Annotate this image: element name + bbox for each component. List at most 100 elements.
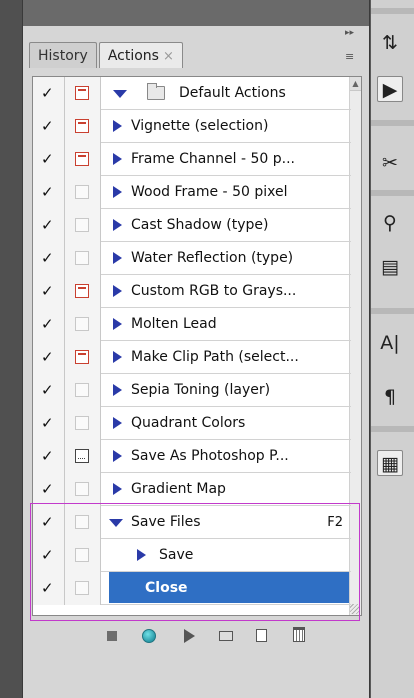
action-row[interactable]: ✓ Cast Shadow (type) [33, 209, 351, 242]
dialog-toggle-cell[interactable] [65, 308, 101, 341]
action-row[interactable]: ✓ Vignette (selection) [33, 110, 351, 143]
expand-right-icon[interactable] [113, 384, 122, 396]
toggle-item-cell[interactable]: ✓ [33, 572, 65, 605]
toggle-item-cell[interactable]: ✓ [33, 341, 65, 374]
expand-right-icon[interactable] [113, 186, 122, 198]
action-content[interactable]: Molten Lead [101, 308, 351, 341]
checkmark-icon[interactable]: ✓ [41, 316, 57, 332]
action-row[interactable]: ✓ Frame Channel - 50 p... [33, 143, 351, 176]
tab-history[interactable]: History [29, 42, 97, 68]
dialog-empty-icon[interactable] [75, 548, 89, 562]
expand-right-icon[interactable] [137, 549, 146, 561]
toggle-item-cell[interactable]: ✓ [33, 209, 65, 242]
paste-icon[interactable]: ▤ [377, 254, 403, 280]
play-panel-icon[interactable]: ▶ [377, 76, 403, 102]
dialog-icon[interactable] [75, 284, 89, 298]
checkmark-icon[interactable]: ✓ [41, 580, 57, 596]
dialog-toggle-cell[interactable] [65, 242, 101, 275]
action-content[interactable]: Save As Photoshop P... [101, 440, 351, 473]
history-brush-icon[interactable]: ⇅ [377, 30, 403, 56]
notes-icon[interactable]: ▦ [377, 450, 403, 476]
action-content[interactable]: Quadrant Colors [101, 407, 351, 440]
dialog-toggle-cell[interactable] [65, 473, 101, 506]
play-icon[interactable] [184, 629, 195, 643]
toggle-item-cell[interactable]: ✓ [33, 407, 65, 440]
new-set-folder-icon[interactable] [219, 631, 233, 641]
expand-down-icon[interactable] [109, 519, 123, 527]
action-content[interactable]: Frame Channel - 50 p... [101, 143, 351, 176]
checkmark-icon[interactable]: ✓ [41, 85, 57, 101]
dialog-empty-icon[interactable] [75, 482, 89, 496]
expand-right-icon[interactable] [113, 417, 122, 429]
action-content[interactable]: Save Files F2 [101, 506, 351, 539]
action-content[interactable]: Water Reflection (type) [101, 242, 351, 275]
action-content[interactable]: Make Clip Path (select... [101, 341, 351, 374]
dialog-empty-icon[interactable] [75, 185, 89, 199]
dialog-icon[interactable] [75, 449, 89, 463]
toggle-item-cell[interactable]: ✓ [33, 374, 65, 407]
action-content[interactable]: Default Actions [101, 77, 351, 110]
action-row[interactable]: ✓ Gradient Map [33, 473, 351, 506]
action-content[interactable]: Vignette (selection) [101, 110, 351, 143]
stop-icon[interactable] [107, 631, 117, 641]
dialog-toggle-cell[interactable] [65, 572, 101, 605]
action-row[interactable]: ✓ Custom RGB to Grays... [33, 275, 351, 308]
action-content[interactable]: Close [101, 572, 351, 605]
record-icon[interactable] [142, 629, 156, 643]
checkmark-icon[interactable]: ✓ [41, 481, 57, 497]
action-row[interactable]: ✓ Quadrant Colors [33, 407, 351, 440]
checkmark-icon[interactable]: ✓ [41, 382, 57, 398]
action-row[interactable]: ✓ Sepia Toning (layer) [33, 374, 351, 407]
action-content[interactable]: Wood Frame - 50 pixel [101, 176, 351, 209]
checkmark-icon[interactable]: ✓ [41, 448, 57, 464]
dialog-toggle-cell[interactable] [65, 176, 101, 209]
scroll-up-icon[interactable]: ▲ [350, 77, 361, 91]
checkmark-icon[interactable]: ✓ [41, 118, 57, 134]
dialog-icon[interactable] [75, 350, 89, 364]
checkmark-icon[interactable]: ✓ [41, 349, 57, 365]
trash-icon[interactable] [293, 627, 305, 642]
tab-actions[interactable]: Actions × [98, 42, 183, 68]
action-row[interactable]: ✓ Molten Lead [33, 308, 351, 341]
action-row[interactable]: ✓ Save As Photoshop P... [33, 440, 351, 473]
checkmark-icon[interactable]: ✓ [41, 217, 57, 233]
dialog-toggle-cell[interactable] [65, 209, 101, 242]
dialog-toggle-cell[interactable] [65, 539, 101, 572]
checkmark-icon[interactable]: ✓ [41, 250, 57, 266]
dialog-icon[interactable] [75, 86, 89, 100]
dialog-empty-icon[interactable] [75, 251, 89, 265]
resize-grip-icon[interactable] [350, 604, 360, 614]
action-content[interactable]: Save [101, 539, 351, 572]
expand-right-icon[interactable] [113, 351, 122, 363]
dialog-empty-icon[interactable] [75, 515, 89, 529]
expand-right-icon[interactable] [113, 285, 122, 297]
checkmark-icon[interactable]: ✓ [41, 415, 57, 431]
dialog-empty-icon[interactable] [75, 317, 89, 331]
action-content[interactable]: Sepia Toning (layer) [101, 374, 351, 407]
action-content[interactable]: Custom RGB to Grays... [101, 275, 351, 308]
dialog-icon[interactable] [75, 152, 89, 166]
toggle-item-cell[interactable]: ✓ [33, 176, 65, 209]
dialog-toggle-cell[interactable] [65, 77, 101, 110]
expand-down-icon[interactable] [113, 90, 127, 98]
dialog-toggle-cell[interactable] [65, 341, 101, 374]
toggle-item-cell[interactable]: ✓ [33, 275, 65, 308]
character-icon[interactable]: A| [377, 330, 403, 356]
action-row[interactable]: ✓ Water Reflection (type) [33, 242, 351, 275]
action-row[interactable]: ✓ Make Clip Path (select... [33, 341, 351, 374]
toggle-item-cell[interactable]: ✓ [33, 473, 65, 506]
dialog-toggle-cell[interactable] [65, 506, 101, 539]
dialog-empty-icon[interactable] [75, 416, 89, 430]
panel-menu-button[interactable]: ≡ [345, 50, 359, 64]
dialog-toggle-cell[interactable] [65, 374, 101, 407]
dialog-empty-icon[interactable] [75, 581, 89, 595]
new-action-icon[interactable] [256, 629, 267, 642]
expand-right-icon[interactable] [113, 318, 122, 330]
expand-right-icon[interactable] [113, 252, 122, 264]
tools-icon[interactable]: ✂ [377, 150, 403, 176]
checkmark-icon[interactable]: ✓ [41, 151, 57, 167]
toggle-item-cell[interactable]: ✓ [33, 77, 65, 110]
action-step-row[interactable]: ✓ Save [33, 539, 351, 572]
action-row[interactable]: ✓ Save Files F2 [33, 506, 351, 539]
checkmark-icon[interactable]: ✓ [41, 547, 57, 563]
